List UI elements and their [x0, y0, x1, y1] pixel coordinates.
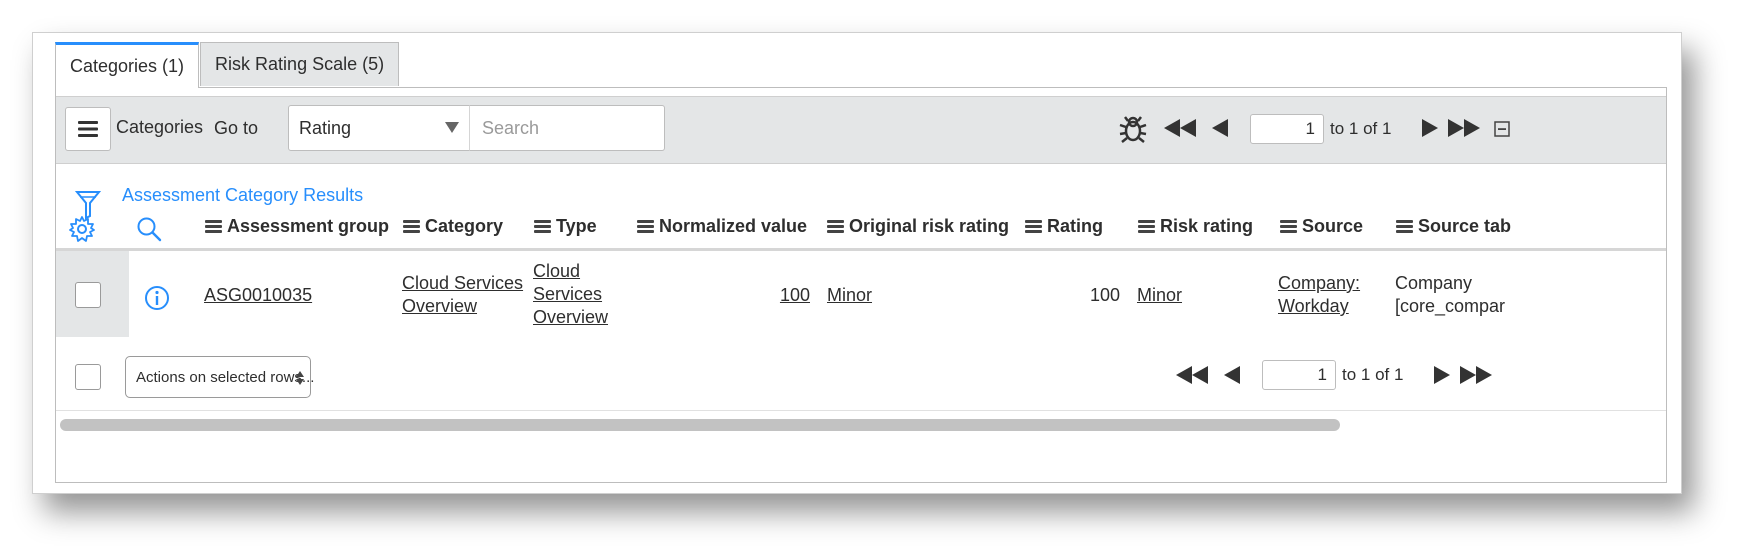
assessment-group-link[interactable]: ASG0010035 [204, 284, 312, 307]
bug-icon[interactable] [1118, 113, 1148, 145]
risk-rating-link[interactable]: Minor [1137, 284, 1182, 307]
list-toolbar: Categories Go to Rating to 1 of 1 [56, 96, 1666, 164]
last-page-icon[interactable] [1448, 119, 1480, 137]
tab-categories-label: Categories (1) [70, 56, 185, 76]
search-icon[interactable] [136, 216, 162, 242]
select-all-checkbox[interactable] [75, 364, 101, 390]
column-menu-icon [1138, 218, 1155, 235]
column-risk-rating[interactable]: Risk rating [1138, 216, 1253, 237]
column-label: Rating [1047, 216, 1103, 236]
category-cell: Cloud Services Overview [402, 272, 523, 318]
column-label: Source tab [1418, 216, 1512, 236]
row-select-cell [56, 251, 129, 337]
page-info: to 1 of 1 [1330, 119, 1392, 138]
source-cell: Company: Workday [1278, 272, 1360, 318]
column-label: Source [1302, 216, 1364, 236]
tab-risk-rating-scale[interactable]: Risk Rating Scale (5) [200, 42, 400, 86]
column-rating[interactable]: Rating [1025, 216, 1103, 237]
list-footer: Actions on selected rows... to 1 of 1 [56, 340, 1666, 410]
hamburger-icon [78, 121, 98, 137]
source-link-line2[interactable]: Workday [1278, 296, 1349, 316]
table-row: ASG0010035 Cloud Services Overview Cloud… [56, 251, 1666, 337]
column-label: Type [556, 216, 597, 236]
column-menu-icon [403, 218, 420, 235]
original-risk-rating-link[interactable]: Minor [827, 284, 872, 307]
dropdown-arrow-icon [445, 122, 459, 133]
type-link-line1[interactable]: Cloud [533, 261, 580, 281]
gear-icon[interactable] [69, 216, 95, 242]
list-menu-button[interactable] [65, 107, 111, 151]
column-label: Normalized value [659, 216, 808, 236]
source-table-cell: Company [core_compar [1395, 272, 1505, 318]
info-icon[interactable] [144, 285, 170, 311]
column-menu-icon [534, 218, 551, 235]
table-header: Assessment group Category Type Normalize… [56, 208, 1666, 251]
actions-select[interactable]: Actions on selected rows... [125, 356, 315, 398]
type-cell: Cloud Services Overview [533, 260, 608, 329]
type-link-line3[interactable]: Overview [533, 307, 608, 327]
column-category[interactable]: Category [403, 216, 503, 237]
footer-first-page-icon[interactable] [1176, 366, 1208, 384]
tab-bar: Categories (1) Risk Rating Scale (5) [55, 42, 400, 88]
column-menu-icon [1396, 218, 1413, 235]
column-menu-icon [1280, 218, 1297, 235]
goto-label: Go to [214, 118, 259, 138]
list-title: Categories [116, 117, 204, 137]
category-link-line2[interactable]: Overview [402, 296, 477, 316]
footer-page-info: to 1 of 1 [1342, 365, 1404, 384]
column-menu-icon [205, 218, 222, 235]
normalized-value-link[interactable]: 100 [780, 284, 810, 307]
column-label: Risk rating [1160, 216, 1254, 236]
select-arrows-icon [296, 371, 304, 385]
footer-next-page-icon[interactable] [1434, 366, 1450, 384]
source-table-line1: Company [1395, 273, 1473, 293]
source-link-line1[interactable]: Company: [1278, 273, 1360, 293]
column-source[interactable]: Source [1280, 216, 1363, 237]
row-checkbox[interactable] [75, 282, 101, 308]
column-normalized-value[interactable]: Normalized value [637, 216, 807, 237]
horizontal-scrollbar[interactable] [60, 419, 1664, 431]
related-list-panel: Categories (1) Risk Rating Scale (5) Cat… [32, 32, 1682, 494]
source-table-line2: [core_compar [1395, 296, 1505, 316]
tab-risk-rating-scale-label: Risk Rating Scale (5) [215, 54, 385, 74]
column-original-risk-rating[interactable]: Original risk rating [827, 216, 1009, 237]
goto-field-value: Rating [299, 117, 352, 138]
page-number-input[interactable] [1250, 114, 1324, 144]
next-page-icon[interactable] [1422, 119, 1438, 137]
column-source-table[interactable]: Source tab [1396, 216, 1511, 237]
column-menu-icon [827, 218, 844, 235]
category-link-line1[interactable]: Cloud Services [402, 273, 523, 293]
footer-divider [56, 410, 1666, 411]
rating-value: 100 [1089, 285, 1120, 305]
list-frame: Categories Go to Rating to 1 of 1 [55, 87, 1667, 483]
column-label: Original risk rating [849, 216, 1010, 236]
footer-last-page-icon[interactable] [1460, 366, 1492, 384]
search-input[interactable] [469, 105, 665, 151]
type-link-line2[interactable]: Services [533, 284, 602, 304]
collapse-icon[interactable] [1494, 121, 1510, 137]
column-label: Category [425, 216, 504, 236]
goto-field-select[interactable]: Rating [288, 105, 470, 151]
column-label: Assessment group [227, 216, 390, 236]
column-assessment-group[interactable]: Assessment group [205, 216, 389, 237]
breadcrumb[interactable]: Assessment Category Results [122, 185, 363, 206]
footer-page-number-input[interactable] [1262, 360, 1336, 390]
scrollbar-thumb[interactable] [60, 419, 1340, 431]
footer-previous-page-icon[interactable] [1224, 366, 1240, 384]
actions-select-label: Actions on selected rows... [136, 368, 315, 386]
column-menu-icon [637, 218, 654, 235]
column-type[interactable]: Type [534, 216, 597, 237]
column-menu-icon [1025, 218, 1042, 235]
first-page-icon[interactable] [1164, 119, 1196, 137]
previous-page-icon[interactable] [1212, 119, 1228, 137]
tab-categories[interactable]: Categories (1) [55, 42, 200, 88]
